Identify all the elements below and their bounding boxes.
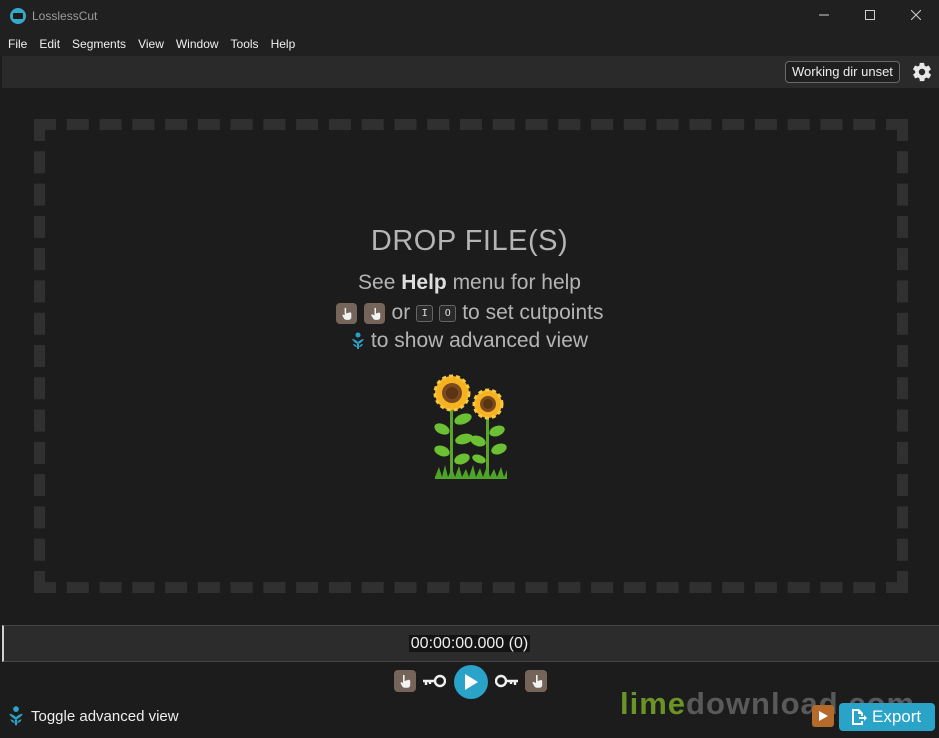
drop-zone-border — [34, 119, 908, 593]
gear-icon[interactable] — [911, 61, 933, 83]
cutpoints-text: to set cutpoints — [462, 301, 604, 324]
window-controls — [801, 0, 939, 32]
sunflower-icon — [433, 374, 507, 479]
window-title: LosslessCut — [32, 9, 98, 23]
cutpoints-hint: or I O to set cutpoints — [0, 301, 939, 325]
menu-view[interactable]: View — [133, 32, 169, 56]
minimize-button[interactable] — [801, 0, 847, 30]
maximize-button[interactable] — [847, 0, 893, 30]
key-i: I — [416, 304, 434, 322]
export-button[interactable]: Export — [839, 703, 935, 731]
menu-help[interactable]: Help — [266, 32, 301, 56]
close-icon — [911, 10, 921, 20]
cut-end-icon — [363, 302, 385, 324]
export-icon — [852, 709, 867, 725]
help-hint-prefix: See — [358, 271, 402, 294]
current-time-display: 00:00:00.000 (0) — [0, 632, 939, 656]
set-cut-start-button[interactable] — [394, 670, 416, 692]
help-hint: See Help menu for help — [0, 271, 939, 295]
advanced-view-text: to show advanced view — [370, 329, 589, 352]
drop-files-title: DROP FILE(S) — [370, 225, 569, 257]
toggle-advanced-view-button[interactable]: Toggle advanced view — [8, 705, 179, 727]
watermark-lime: lime — [620, 686, 687, 721]
or-text: or — [391, 301, 411, 324]
app-icon — [10, 8, 26, 24]
export-preview-button[interactable] — [812, 705, 834, 727]
menu-segments[interactable]: Segments — [67, 32, 131, 56]
menu-tools[interactable]: Tools — [226, 32, 264, 56]
jump-cut-end-key-icon[interactable] — [495, 674, 519, 688]
minimize-icon — [819, 14, 829, 16]
menu-file[interactable]: File — [3, 32, 32, 56]
advanced-view-icon — [351, 332, 364, 349]
menu-window[interactable]: Window — [171, 32, 224, 56]
jump-cut-start-key-icon[interactable] — [422, 674, 446, 688]
cut-start-icon — [335, 302, 357, 324]
current-time: 00:00:00.000 (0) — [408, 635, 531, 652]
play-small-icon — [819, 711, 828, 721]
export-label: Export — [872, 707, 922, 726]
cut-end-hand-icon — [532, 675, 543, 688]
help-hint-suffix: menu for help — [446, 271, 581, 294]
advanced-view-hint: to show advanced view — [0, 329, 939, 353]
menu-edit[interactable]: Edit — [34, 32, 65, 56]
toggle-advanced-view-label: Toggle advanced view — [31, 707, 179, 725]
help-hint-bold: Help — [401, 271, 447, 294]
cut-start-hand-icon — [400, 675, 411, 688]
menu-bar: File Edit Segments View Window Tools Hel… — [0, 32, 939, 56]
play-button[interactable] — [454, 665, 488, 699]
close-button[interactable] — [893, 0, 939, 30]
maximize-icon — [865, 10, 875, 20]
set-cut-end-button[interactable] — [525, 670, 547, 692]
advanced-view-toggle-icon — [9, 706, 23, 726]
key-o: O — [439, 304, 457, 322]
working-dir-button[interactable]: Working dir unset — [785, 61, 900, 83]
play-icon — [465, 674, 478, 690]
title-bar: LosslessCut — [0, 0, 939, 32]
